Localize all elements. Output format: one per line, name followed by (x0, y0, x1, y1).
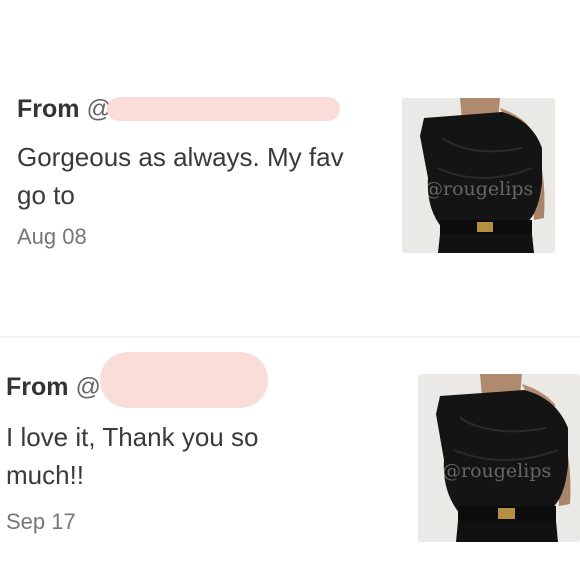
watermark: @rougelips (442, 460, 552, 482)
comment-sender: From @ (17, 95, 112, 124)
comment-sender: From @ (6, 373, 101, 402)
product-image (418, 374, 580, 542)
product-image (402, 98, 555, 253)
comment-message: I love it, Thank you so much!! (6, 422, 259, 490)
comment-date: Sep 17 (6, 509, 76, 534)
from-label: From (17, 95, 80, 123)
redaction-mark (100, 352, 268, 408)
product-thumbnail[interactable]: @rougelips (402, 98, 555, 253)
comment-card[interactable]: From @ Gorgeous as always. My fav go to … (0, 0, 580, 336)
comment-card[interactable]: From @ I love it, Thank you so much!! Se… (0, 338, 580, 580)
comment-message: Gorgeous as always. My fav go to (17, 142, 344, 210)
from-label: From (6, 373, 69, 401)
comment-date: Aug 08 (17, 224, 87, 249)
watermark: @rougelips (424, 178, 534, 200)
product-thumbnail[interactable]: @rougelips (418, 374, 580, 542)
redaction-mark (107, 97, 340, 121)
sender-handle[interactable]: @ (75, 373, 100, 401)
